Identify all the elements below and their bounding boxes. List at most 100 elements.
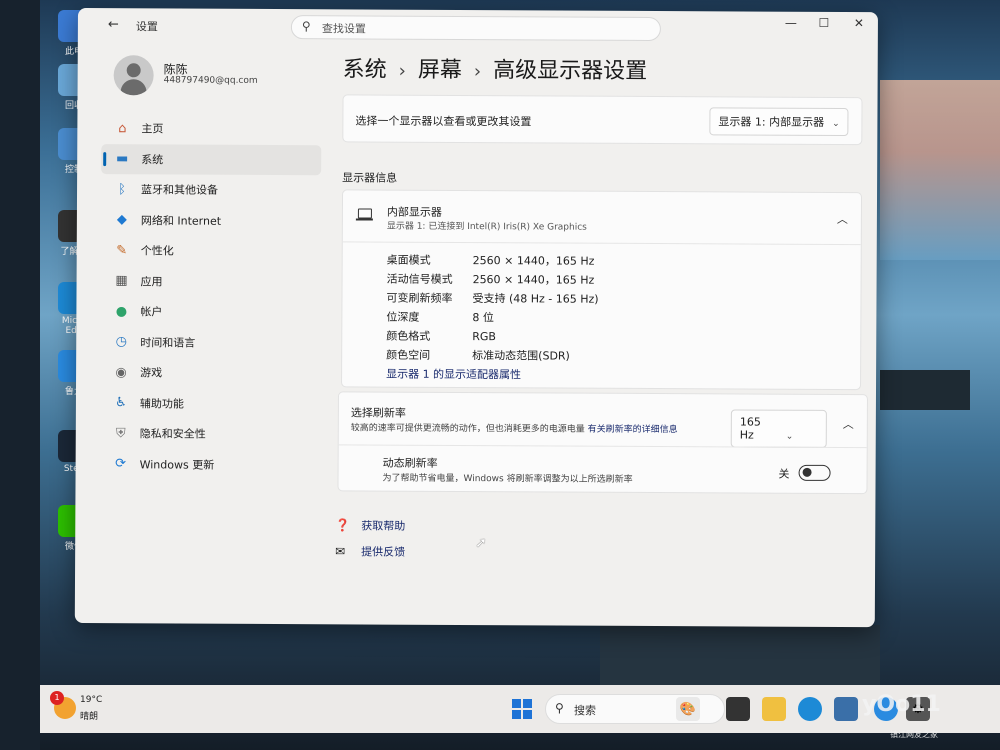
refresh-rate-more-link[interactable]: 有关刷新率的详细信息 xyxy=(588,425,678,435)
watermark-subtitle: 镇江网友之家 xyxy=(890,730,938,739)
accounts-icon: ● xyxy=(115,303,128,319)
spec-value: 标准动态范围(SDR) xyxy=(472,349,570,363)
chevron-down-icon: ⌄ xyxy=(832,118,840,129)
avatar[interactable] xyxy=(113,55,154,96)
sidebar-item-label: 主页 xyxy=(141,122,164,136)
sidebar-item-label: 辅助功能 xyxy=(139,396,184,411)
watermark-logo: yOo11 xyxy=(862,692,941,717)
title-bar: ← 设置 ⚲ 查找设置 — ☐ ✕ xyxy=(78,8,878,44)
windows-logo-tile xyxy=(512,699,521,708)
spec-key: 颜色空间 xyxy=(386,348,431,362)
desktop-wallpaper-sky xyxy=(880,80,1000,260)
display-info-card: 内部显示器 显示器 1: 已连接到 Intel(R) Iris(R) Xe Gr… xyxy=(341,189,863,391)
refresh-rate-title: 选择刷新率 xyxy=(350,406,406,420)
sidebar-nav: ⌂ 主页 ▬ 系统 ᛒ 蓝牙和其他设备 ◆ 网络和 Internet ✎ 个性化 ▦ 应用 ● 帐户 ◷ 时间… xyxy=(100,113,322,480)
spec-row: 颜色格式 RGB xyxy=(386,328,496,345)
start-button[interactable] xyxy=(512,699,532,719)
sidebar-item-label: 蓝牙和其他设备 xyxy=(141,183,219,197)
taskbar-search-label: 搜索 xyxy=(574,704,596,717)
help-icon: ❓ xyxy=(335,518,351,533)
feedback-link[interactable]: ✉ 提供反馈 xyxy=(335,543,405,559)
sidebar-item-label: 网络和 Internet xyxy=(140,213,222,228)
privacy-shield-icon: ⛨ xyxy=(115,425,126,441)
spec-value: RGB xyxy=(472,330,497,344)
mouse-cursor-icon: ➚ xyxy=(475,535,487,552)
spec-value: 受支持 (48 Hz - 165 Hz) xyxy=(472,292,599,306)
apps-icon: ▦ xyxy=(115,273,128,289)
refresh-rate-dropdown[interactable]: 165 Hz ⌄ xyxy=(730,409,827,448)
sidebar-item[interactable]: ◆ 网络和 Internet xyxy=(101,205,321,236)
sidebar-item[interactable]: ⌂ 主页 xyxy=(101,113,321,144)
avatar-body-shape xyxy=(120,79,147,96)
adapter-properties-link[interactable]: 显示器 1 的显示适配器属性 xyxy=(386,366,521,383)
spec-key: 活动信号模式 xyxy=(386,272,453,286)
sidebar-item[interactable]: ✎ 个性化 xyxy=(101,235,321,266)
chevron-up-icon[interactable]: ︿ xyxy=(843,416,854,432)
chevron-down-icon: ⌄ xyxy=(785,431,794,442)
sidebar-item-label: 游戏 xyxy=(140,366,163,380)
monitor-bezel xyxy=(0,0,40,750)
display-select-dropdown[interactable]: 显示器 1: 内部显示器 ⌄ xyxy=(709,107,849,137)
close-button[interactable]: ✕ xyxy=(844,16,874,36)
breadcrumb-display[interactable]: 屏幕 xyxy=(418,58,462,83)
spec-value: 2560 × 1440，165 Hz xyxy=(472,254,595,268)
settings-window: ← 设置 ⚲ 查找设置 — ☐ ✕ 陈陈 448797490@qq.com ⌂ 主… xyxy=(74,8,878,628)
sidebar-item-label: 应用 xyxy=(140,274,163,288)
search-icon: ⚲ xyxy=(555,701,564,715)
widgets-app-icon[interactable]: 🎨 xyxy=(676,697,700,721)
sidebar-item[interactable]: ◉ 游戏 xyxy=(100,357,320,388)
back-button[interactable]: ← xyxy=(108,17,119,32)
windows-logo-tile xyxy=(523,699,532,708)
breadcrumb-system[interactable]: 系统 xyxy=(343,57,387,82)
sidebar-item[interactable]: ♿ 辅助功能 xyxy=(100,388,320,419)
home-icon: ⌂ xyxy=(118,120,127,136)
get-help-link[interactable]: ❓ 获取帮助 xyxy=(335,517,405,533)
spec-key: 位深度 xyxy=(386,310,420,324)
display-info-header[interactable]: 内部显示器 显示器 1: 已连接到 Intel(R) Iris(R) Xe Gr… xyxy=(342,190,862,246)
notification-badge: 1 xyxy=(50,691,64,705)
time-language-icon: ◷ xyxy=(115,334,127,350)
sidebar-item[interactable]: ⛨ 隐私和安全性 xyxy=(100,418,320,449)
windows-logo-tile xyxy=(523,710,532,719)
sidebar-item-label: Windows 更新 xyxy=(139,457,215,472)
weather-condition: 晴朗 xyxy=(80,712,99,722)
display-info-subtitle: 显示器 1: 已连接到 Intel(R) Iris(R) Xe Graphics xyxy=(386,221,587,233)
sidebar-item-label: 时间和语言 xyxy=(140,335,196,350)
sidebar-item[interactable]: ▬ 系统 xyxy=(101,143,322,175)
breadcrumb-separator: › xyxy=(473,61,482,83)
feedback-icon: ✉ xyxy=(335,544,346,559)
store-icon[interactable] xyxy=(834,697,858,721)
sidebar-item[interactable]: ● 帐户 xyxy=(100,296,320,327)
weather-temperature: 19°C xyxy=(80,695,103,705)
feedback-label: 提供反馈 xyxy=(361,545,406,559)
spec-key: 颜色格式 xyxy=(386,329,431,343)
get-help-label: 获取帮助 xyxy=(361,519,406,533)
spec-value: 8 位 xyxy=(472,311,494,325)
task-view-icon[interactable] xyxy=(726,697,750,721)
spec-row: 活动信号模式 2560 × 1440，165 Hz xyxy=(387,271,595,288)
bluetooth-icon: ᛒ xyxy=(118,181,126,197)
weather-widget[interactable]: 1 19°C 晴朗 xyxy=(50,691,124,727)
sidebar-item[interactable]: ▦ 应用 xyxy=(100,266,320,297)
spec-row: 可变刷新频率 受支持 (48 Hz - 165 Hz) xyxy=(386,290,598,307)
file-explorer-icon[interactable] xyxy=(762,697,786,721)
sidebar-item[interactable]: ⟳ Windows 更新 xyxy=(100,449,320,480)
sidebar-item-label: 个性化 xyxy=(140,244,174,258)
edge-icon[interactable] xyxy=(798,697,822,721)
sidebar-item[interactable]: ᛒ 蓝牙和其他设备 xyxy=(101,174,321,205)
wifi-icon: ◆ xyxy=(116,212,127,228)
settings-search-input[interactable]: ⚲ 查找设置 xyxy=(290,15,661,42)
refresh-rate-desc-text: 较高的速率可提供更流畅的动作，但也消耗更多的电源电量 xyxy=(350,423,585,435)
sidebar-item[interactable]: ◷ 时间和语言 xyxy=(100,327,320,358)
maximize-button[interactable]: ☐ xyxy=(809,16,839,36)
minimize-button[interactable]: — xyxy=(776,16,806,36)
search-placeholder: 查找设置 xyxy=(321,22,366,36)
system-icon: ▬ xyxy=(116,151,129,167)
dynamic-refresh-description: 为了帮助节省电量，Windows 将刷新率调整为以上所选刷新率 xyxy=(382,473,633,485)
personalization-icon: ✎ xyxy=(116,242,128,258)
chevron-up-icon[interactable]: ︿ xyxy=(837,211,848,227)
spec-key: 可变刷新频率 xyxy=(386,291,453,305)
dynamic-refresh-toggle[interactable] xyxy=(798,464,831,481)
display-info-section-title: 显示器信息 xyxy=(342,171,398,185)
display-select-value: 显示器 1: 内部显示器 xyxy=(718,115,825,129)
